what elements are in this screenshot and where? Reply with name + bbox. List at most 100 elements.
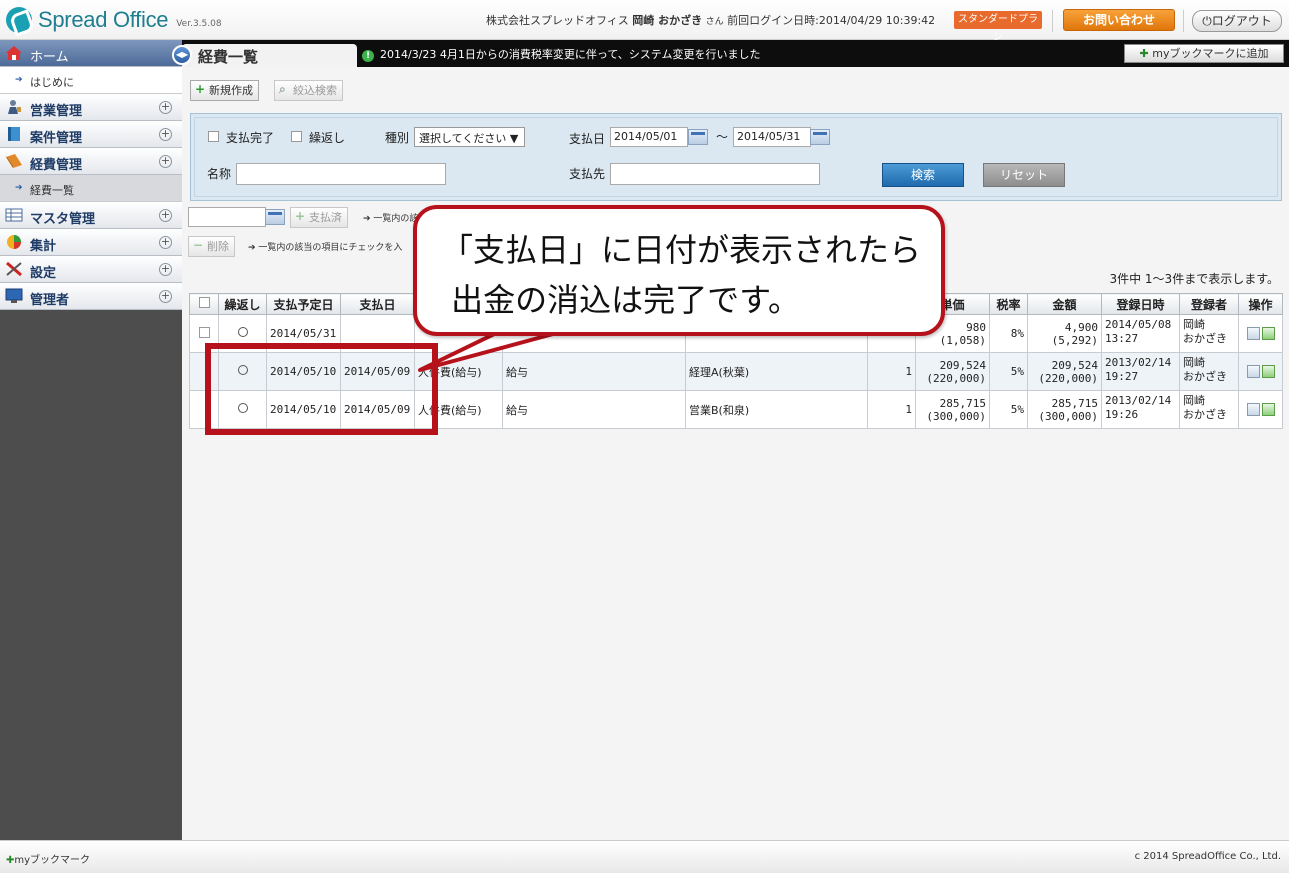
expand-icon[interactable]: + [159,209,172,222]
sidebar-item-master[interactable]: マスタ管理 + [0,202,182,229]
paid-done-checkbox[interactable] [208,131,219,142]
sidebar-item-settings[interactable]: 設定 + [0,256,182,283]
contact-label: お問い合わせ [1082,13,1155,27]
name-input[interactable] [236,163,446,185]
column-header[interactable]: 支払予定日 [266,293,341,315]
column-header: 操作 [1238,293,1283,315]
page-topbar: ◀▶ 経費一覧 ! 2014/3/23 4月1日からの消費税率変更に伴って、システ… [172,40,1289,67]
reg-user-cell: 岡崎 おかざき [1179,352,1239,391]
app-footer: ✚myブックマーク c 2014 SpreadOffice Co., Ltd. [0,840,1289,873]
column-header[interactable]: 登録日時 [1101,293,1180,315]
reg-date-cell: 2014/05/08 13:27 [1101,314,1180,353]
sidebar-item-label: マスタ管理 [30,212,96,227]
plus-icon: + [195,82,206,96]
calendar-icon[interactable] [265,209,285,225]
sidebar-item-intro[interactable]: ➔ はじめに [0,67,182,94]
item-cell: 給与 [502,390,686,429]
delete-label: 削除 [207,240,229,253]
rate-cell: 8% [989,314,1028,353]
header-divider [1052,10,1053,32]
sidebar-item-admin[interactable]: 管理者 + [0,283,182,310]
binder-icon [8,127,20,141]
calendar-icon[interactable] [688,129,708,145]
reg-time-value: 13:27 [1105,332,1139,345]
date-from-input[interactable]: 2014/05/01 [610,127,688,147]
sidebar-item-projects[interactable]: 案件管理 + [0,121,182,148]
select-all-header[interactable] [189,293,219,315]
edit-icon[interactable] [1261,327,1275,341]
view-icon[interactable] [1246,365,1260,379]
plan-badge: スタンダードプラン [954,11,1042,43]
monitor-icon [5,288,23,303]
sidebar-item-label: 経費管理 [30,158,83,173]
reg-time-value: 19:27 [1105,370,1139,383]
column-header[interactable]: 金額 [1027,293,1102,315]
delete-hint-text: 一覧内の該当の項目にチェックを入 [258,243,403,253]
filter-search-button[interactable]: ⌕ 絞込検索 [274,80,343,101]
expand-icon[interactable]: + [159,236,172,249]
column-header[interactable]: 登録者 [1179,293,1239,315]
expand-icon[interactable]: + [159,128,172,141]
sidebar-item-summary[interactable]: 集計 + [0,229,182,256]
sidebar-item-sales[interactable]: 営業管理 + [0,94,182,121]
grid-list-icon [5,208,23,222]
callout-box: 「支払日」に日付が表示されたら 出金の消込は完了です。 [413,205,945,336]
column-header[interactable]: 繰返し [218,293,267,315]
edit-icon[interactable] [1261,403,1275,417]
edit-icon[interactable] [1261,365,1275,379]
mark-paid-button[interactable]: + 支払済 [290,207,348,228]
column-header[interactable]: 支払日 [340,293,415,315]
add-bookmark-label: myブックマークに追加 [1152,47,1269,60]
reset-button[interactable]: リセット [983,163,1065,187]
delete-button[interactable]: − 削除 [188,236,235,257]
sidebar-item-label: 設定 [30,266,57,281]
tools-icon [6,261,22,277]
select-all-checkbox[interactable] [198,297,210,308]
expand-icon[interactable]: + [159,290,172,303]
type-select[interactable]: 選択してください ▼ [414,127,525,147]
callout-text: 「支払日」に日付が表示されたら 出金の消込は完了です。 [441,231,922,319]
reg-date-cell: 2013/02/14 19:26 [1101,390,1180,429]
price-value: 285,715 [939,396,986,410]
new-button[interactable]: + 新規作成 [190,80,259,101]
sidebar-item-expenses[interactable]: 経費管理 + [0,148,182,175]
payee-input[interactable] [610,163,820,185]
app-header: Spread Office Ver.3.5.08 株式会社スプレッドオフィス 岡… [0,0,1289,43]
row-checkbox[interactable] [198,326,210,338]
calendar-icon[interactable] [810,129,830,145]
operations-cell [1238,390,1283,429]
reg-user-cell: 岡崎 おかざき [1179,390,1239,429]
sidebar-toggle-icon[interactable]: ◀▶ [172,45,192,65]
type-label: 種別 [385,131,410,145]
app-logo[interactable]: Spread Office Ver.3.5.08 [6,6,222,34]
reg-time-value: 19:26 [1105,408,1139,421]
system-notice[interactable]: ! 2014/3/23 4月1日からの消費税率変更に伴って、システム変更を行いまし… [362,46,760,62]
expand-icon[interactable]: + [159,101,172,114]
amount-value: 209,524 [1051,358,1098,372]
repeat-checkbox[interactable] [291,131,302,142]
price-cell: 285,715 (300,000) [915,390,990,429]
reg-date-value: 2014/05/08 [1105,318,1172,331]
column-header[interactable]: 税率 [989,293,1028,315]
paid-date-input[interactable] [188,207,266,227]
copyright: c 2014 SpreadOffice Co., Ltd. [1134,851,1281,862]
view-icon[interactable] [1246,327,1260,341]
view-icon[interactable] [1246,403,1260,417]
qty-cell: 1 [867,390,916,429]
sidebar-item-expense-list[interactable]: ➔ 経費一覧 [0,175,182,202]
search-button[interactable]: 検索 [882,163,964,187]
rate-cell: 5% [989,390,1028,429]
expand-icon[interactable]: + [159,155,172,168]
footer-bookmark-link[interactable]: ✚myブックマーク [6,851,90,866]
account-cell: 営業B(和泉) [685,390,868,429]
reg-user-cell: 岡崎 おかざき [1179,314,1239,353]
expand-icon[interactable]: + [159,263,172,276]
sidebar-item-home[interactable]: ホーム [0,40,182,67]
logout-button[interactable]: ⏻ログアウト [1192,10,1282,32]
add-bookmark-button[interactable]: ✚ myブックマークに追加 [1124,44,1284,63]
home-icon [6,46,22,60]
arrow-right-icon: ➔ [15,75,23,85]
price-value: 209,524 [939,358,986,372]
date-to-input[interactable]: 2014/05/31 [733,127,811,147]
contact-button[interactable]: お問い合わせ [1063,9,1175,31]
